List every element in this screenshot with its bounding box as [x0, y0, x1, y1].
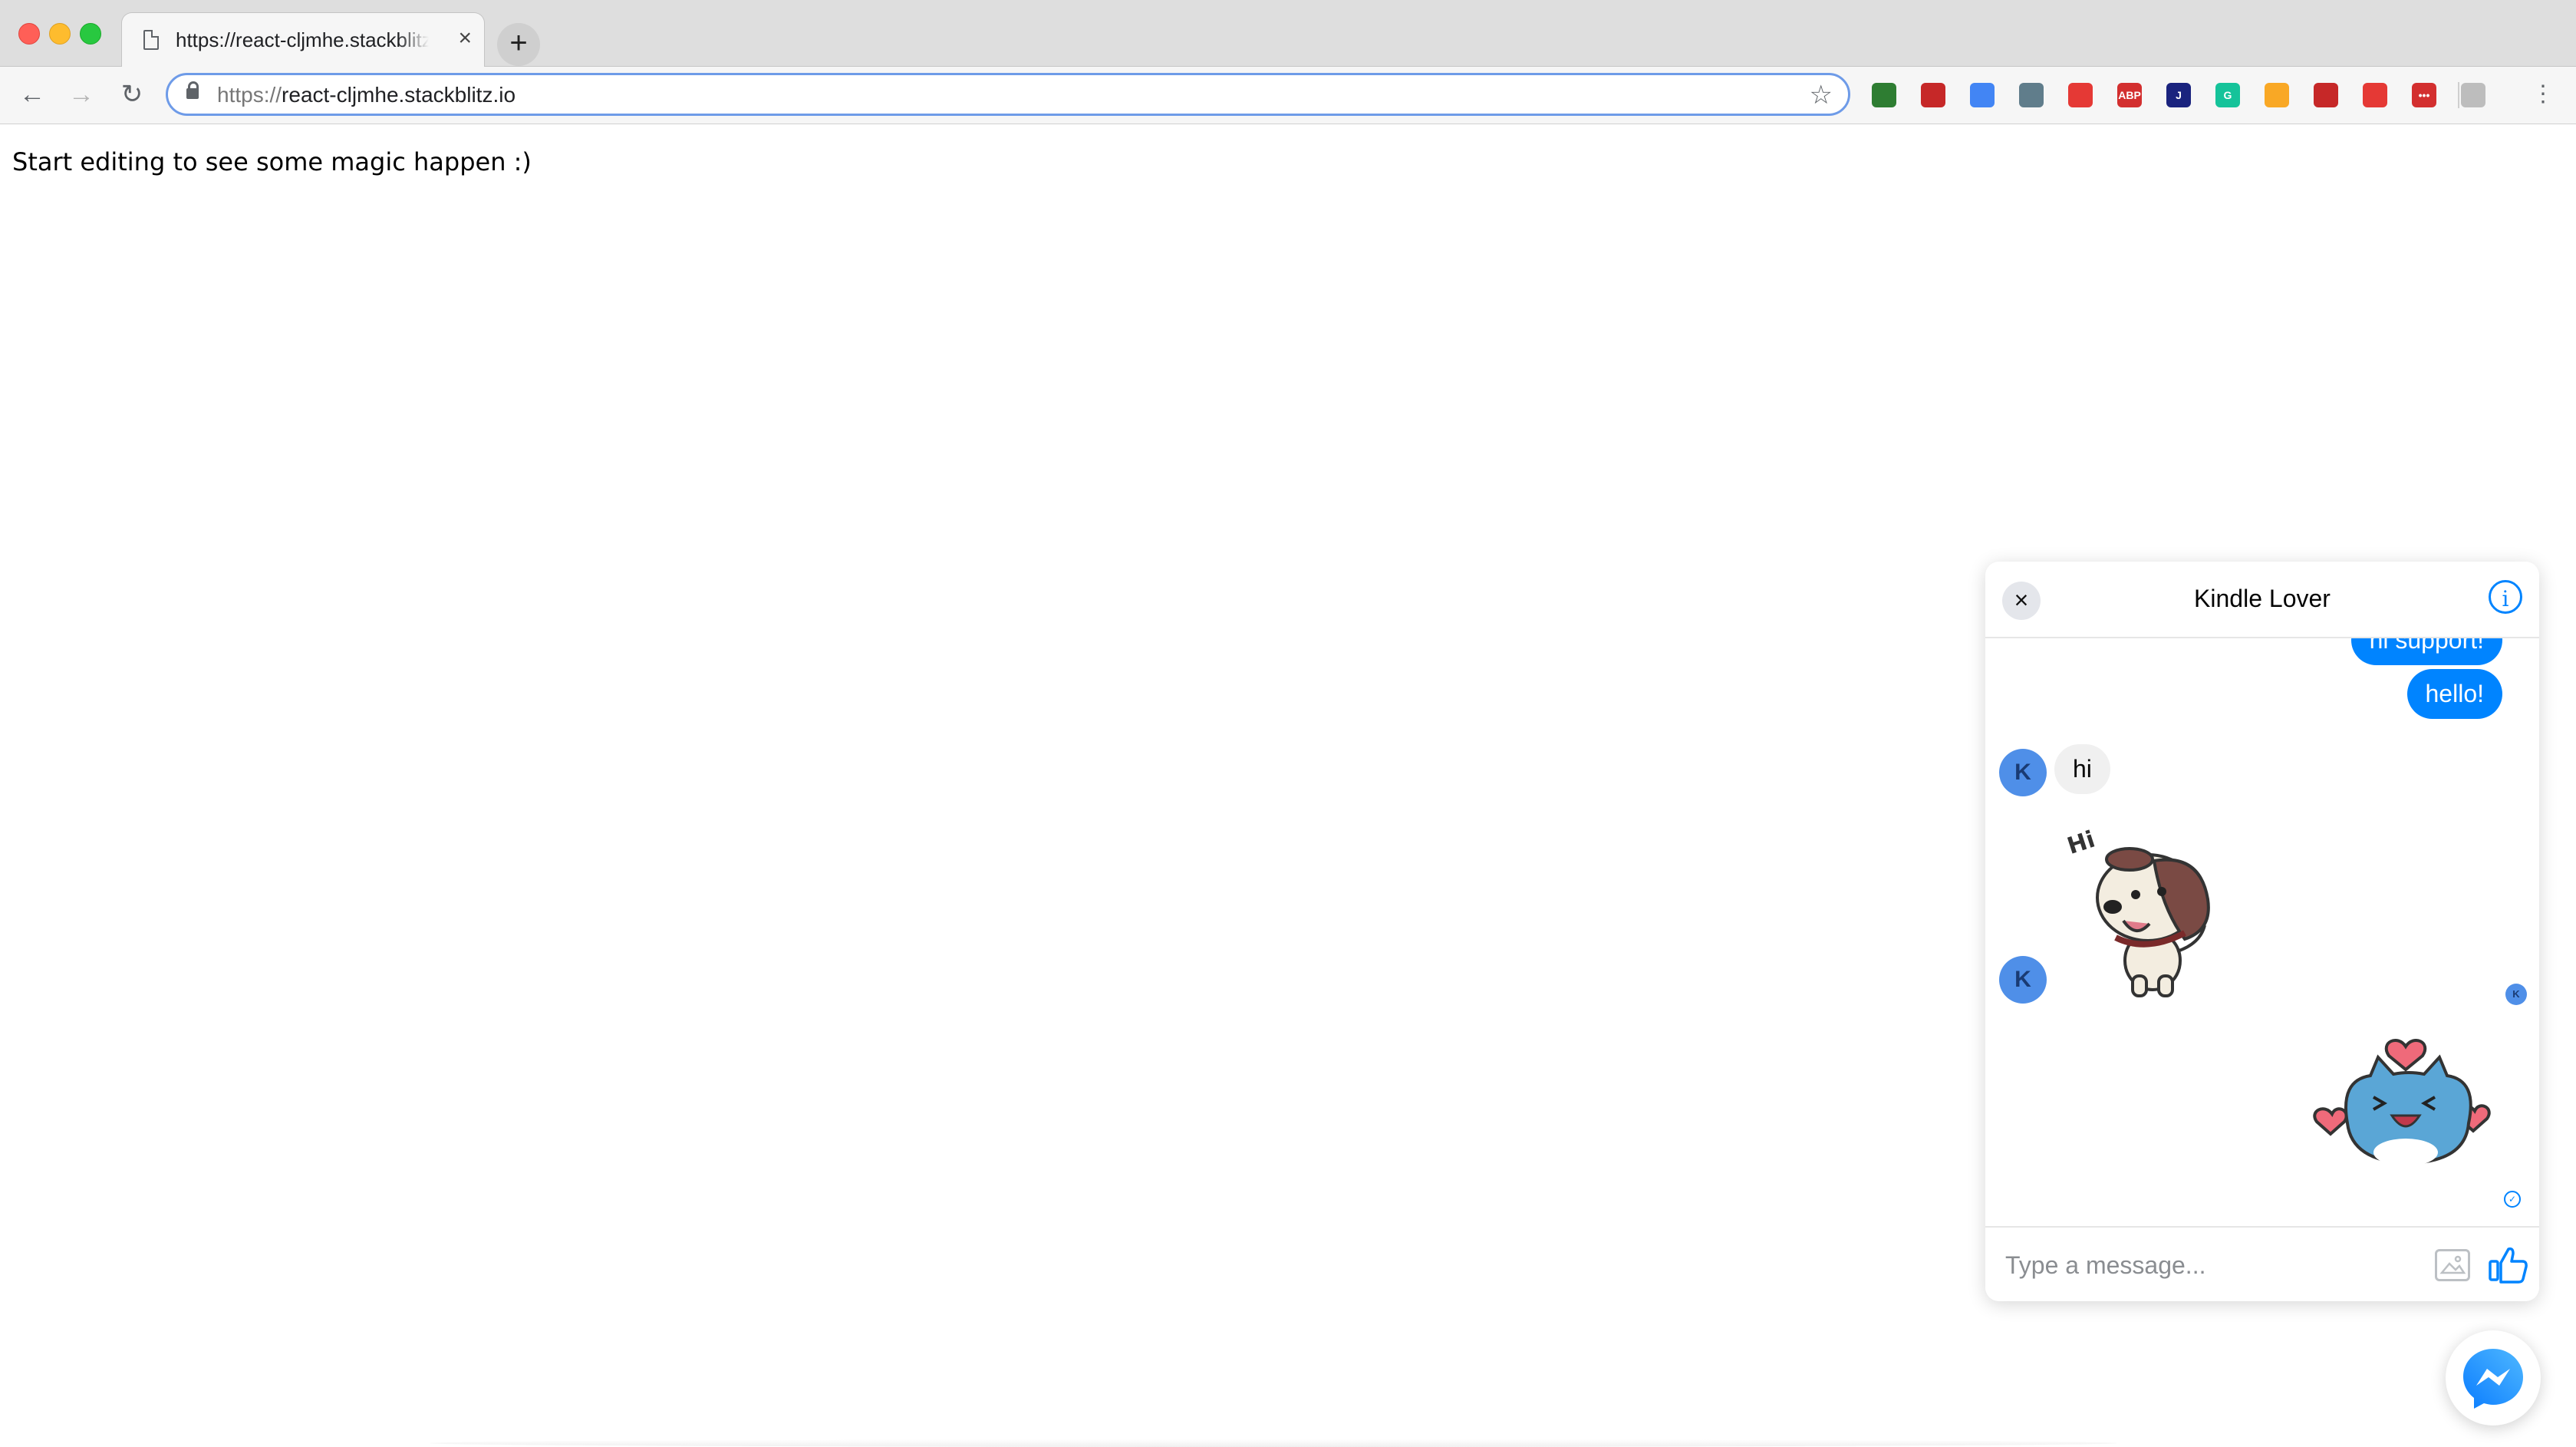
- tab-close-button[interactable]: ×: [458, 27, 472, 50]
- dog-sticker: Hi: [2064, 826, 2210, 997]
- window-maximize-button[interactable]: [80, 23, 101, 44]
- url-host: react-cljmhe.stackblitz.io: [282, 83, 516, 107]
- camera-extension-icon[interactable]: [1921, 83, 1945, 107]
- adblock-extension-icon[interactable]: ABP: [2117, 83, 2142, 107]
- browser-menu-icon[interactable]: ⋮: [2532, 77, 2555, 111]
- url-scheme: https://: [217, 83, 282, 107]
- address-bar[interactable]: https://react-cljmhe.stackblitz.io ☆: [166, 73, 1850, 116]
- back-icon[interactable]: ←: [15, 77, 49, 111]
- image-attach-icon[interactable]: [2435, 1249, 2470, 1281]
- contact-avatar: K: [1999, 956, 2047, 1004]
- info-icon[interactable]: i: [2489, 580, 2522, 614]
- grammarly-extension-icon[interactable]: G: [2215, 83, 2240, 107]
- contact-avatar: K: [1999, 749, 2047, 796]
- message-input[interactable]: [2004, 1251, 2406, 1281]
- window-close-button[interactable]: [18, 23, 40, 44]
- profile-extension-icon[interactable]: [2461, 83, 2485, 107]
- pen-extension-icon[interactable]: [1872, 83, 1896, 107]
- cat-sticker: [2313, 1039, 2491, 1166]
- message-composer: [1985, 1226, 2539, 1301]
- translate-extension-icon[interactable]: [1970, 83, 1995, 107]
- outgoing-message: hello!: [2406, 669, 2502, 719]
- messenger-launcher-button[interactable]: [2446, 1330, 2541, 1426]
- page-message: Start editing to see some magic happen :…: [12, 147, 532, 176]
- window-minimize-button[interactable]: [49, 23, 71, 44]
- messenger-icon: [2463, 1349, 2523, 1409]
- browser-tab[interactable]: https://react-cljmhe.stackblitz.io ×: [121, 12, 485, 68]
- person-check-extension-icon[interactable]: [2265, 83, 2289, 107]
- refresh-extension-icon[interactable]: [2314, 83, 2338, 107]
- lock-icon: [186, 81, 199, 99]
- block-extension-icon[interactable]: [2363, 83, 2387, 107]
- browser-toolbar: ← → ↻ https://react-cljmhe.stackblitz.io…: [0, 67, 2576, 124]
- page-icon: [143, 30, 159, 50]
- chat-header: × Kindle Lover i: [1985, 562, 2539, 638]
- bookmark-star-icon[interactable]: ☆: [1810, 80, 1833, 110]
- seen-avatar: K: [2505, 984, 2527, 1005]
- new-tab-button[interactable]: +: [497, 23, 540, 66]
- play-extension-icon[interactable]: [2068, 83, 2093, 107]
- chat-title: Kindle Lover: [2194, 585, 2331, 612]
- toolbar-separator: [2458, 82, 2459, 108]
- like-thumb-icon[interactable]: [2487, 1243, 2528, 1284]
- chat-window: × Kindle Lover i hi support! hello! K hi…: [1985, 562, 2539, 1301]
- forward-icon[interactable]: →: [64, 77, 98, 111]
- eye-extension-icon[interactable]: [2019, 83, 2044, 107]
- address-url[interactable]: https://react-cljmhe.stackblitz.io: [217, 83, 516, 107]
- page-bottom-shadow: [430, 1439, 2117, 1447]
- svg-text:Hi: Hi: [2064, 826, 2098, 860]
- tab-title: https://react-cljmhe.stackblitz.io: [176, 28, 429, 52]
- j-extension-icon[interactable]: J: [2166, 83, 2191, 107]
- dots-extension-icon[interactable]: •••: [2412, 83, 2436, 107]
- reload-icon[interactable]: ↻: [115, 77, 149, 111]
- delivered-check-icon: ✓: [2504, 1191, 2521, 1208]
- browser-titlebar: https://react-cljmhe.stackblitz.io × +: [0, 0, 2576, 68]
- incoming-message: hi: [2054, 744, 2110, 794]
